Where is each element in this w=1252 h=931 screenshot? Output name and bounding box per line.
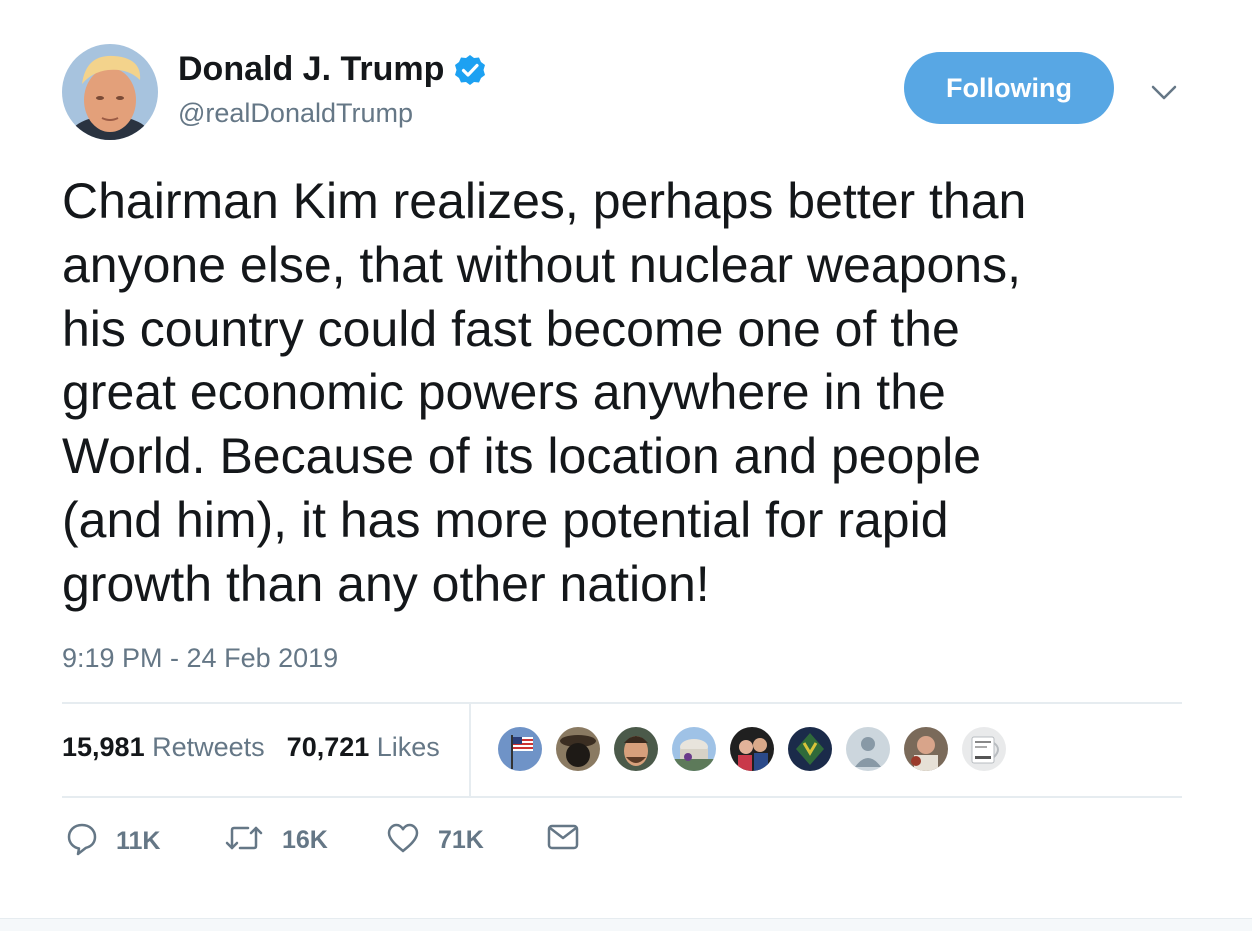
stats-top-divider <box>62 702 1182 704</box>
liker-avatar[interactable] <box>786 725 834 773</box>
like-action[interactable]: 71K <box>386 822 484 859</box>
direct-message-action[interactable] <box>546 822 580 857</box>
tweet-text-line: anyone else, that without nuclear weapon… <box>62 236 1021 293</box>
liker-avatar[interactable] <box>612 725 660 773</box>
reply-count: 11K <box>116 827 161 855</box>
liker-avatar[interactable] <box>554 725 602 773</box>
bottom-border <box>0 918 1252 931</box>
retweets-stat[interactable]: 15,981 Retweets <box>62 732 265 763</box>
tweet-text-line: (and him), it has more potential for rap… <box>62 491 949 548</box>
retweet-icon <box>224 822 264 859</box>
liker-avatar[interactable] <box>902 725 950 773</box>
retweets-label: Retweets <box>152 732 265 762</box>
like-count: 71K <box>438 826 484 854</box>
liker-avatar[interactable] <box>496 725 544 773</box>
tweet-stats: 15,981 Retweets 70,721 Likes <box>62 732 440 763</box>
tweet-text-line: Chairman Kim realizes, perhaps better th… <box>62 173 1027 229</box>
default-avatar-icon[interactable] <box>844 725 892 773</box>
direct-message-icon <box>546 822 580 857</box>
likes-count: 70,721 <box>286 732 370 762</box>
tweet-text-line: great economic powers anywhere in the <box>62 364 946 421</box>
likes-stat[interactable]: 70,721 Likes <box>287 732 440 763</box>
likes-label: Likes <box>376 732 440 762</box>
retweets-count: 15,981 <box>62 732 145 762</box>
following-button[interactable]: Following <box>904 52 1114 124</box>
liker-avatar[interactable] <box>670 725 718 773</box>
liker-avatar[interactable] <box>960 725 1008 773</box>
like-icon <box>386 822 420 859</box>
reply-icon <box>66 822 98 861</box>
stats-bottom-divider <box>62 796 1182 798</box>
liker-avatar[interactable] <box>728 725 776 773</box>
tweet-timestamp[interactable]: 9:19 PM - 24 Feb 2019 <box>62 643 338 674</box>
chevron-down-icon[interactable] <box>1148 78 1180 106</box>
tweet-text-line: World. Because of its location and peopl… <box>62 428 982 485</box>
display-name-text[interactable]: Donald J. Trump <box>178 50 444 89</box>
stats-vertical-divider <box>469 703 471 798</box>
author-avatar[interactable] <box>62 44 158 140</box>
tweet-text-line: growth than any other nation! <box>62 555 710 612</box>
retweet-count: 16K <box>282 826 328 854</box>
author-display-name[interactable]: Donald J. Trump <box>178 50 486 89</box>
reply-action[interactable]: 11K <box>66 822 160 861</box>
tweet-text: Chairman Kim realizes, perhaps better th… <box>62 170 1192 617</box>
author-handle[interactable]: @realDonaldTrump <box>178 98 413 129</box>
tweet-text-line: his country could fast become one of the <box>62 300 960 357</box>
retweet-action[interactable]: 16K <box>224 822 328 859</box>
verified-badge-icon <box>454 54 486 86</box>
